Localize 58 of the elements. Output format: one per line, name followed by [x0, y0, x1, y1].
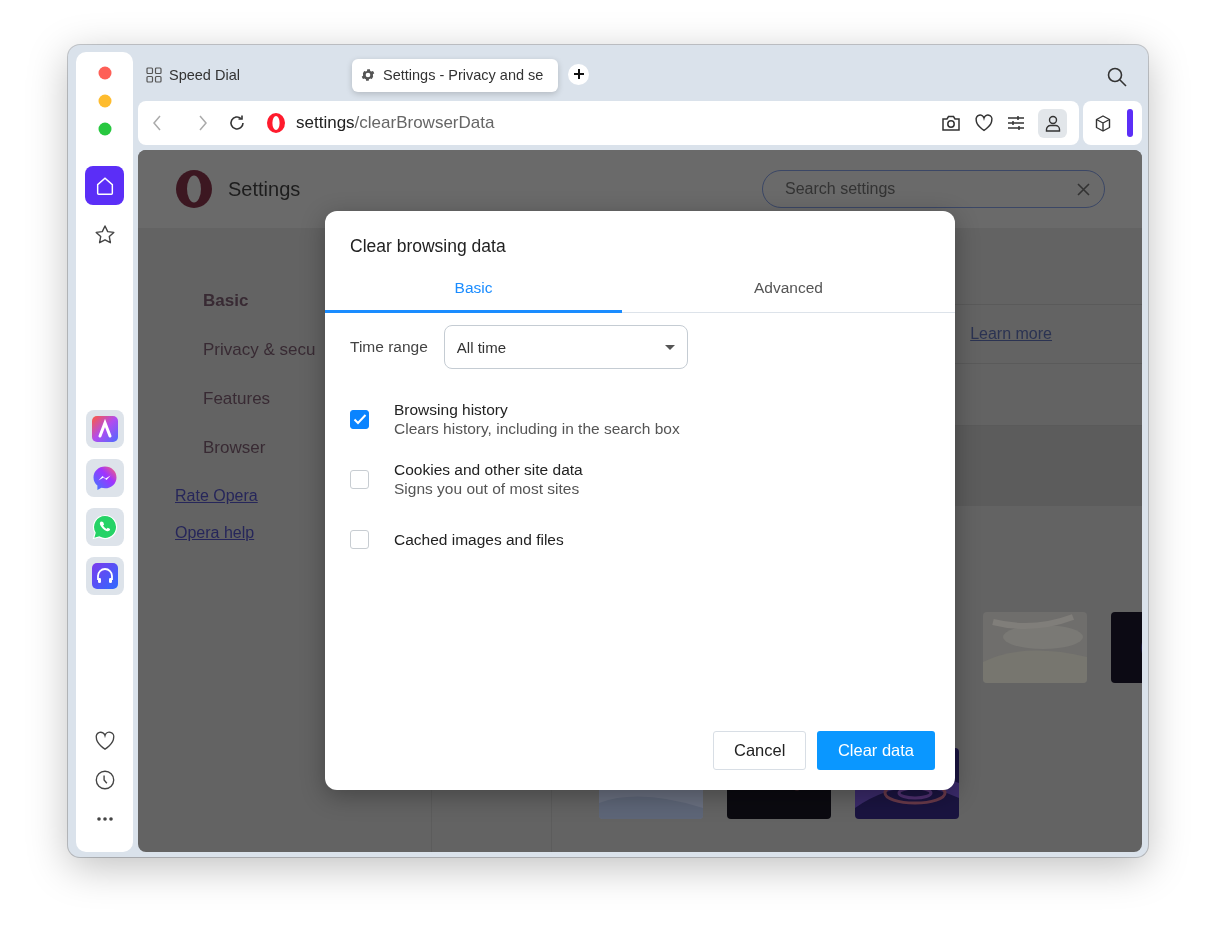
learn-more-link[interactable]: Learn more [970, 325, 1052, 343]
clock-icon[interactable] [93, 769, 116, 791]
dialog-tab[interactable]: Basic [325, 278, 622, 313]
cancel-button[interactable]: Cancel [713, 731, 806, 770]
home-button[interactable] [85, 166, 124, 205]
app-icon[interactable] [91, 416, 118, 442]
address-bar[interactable]: settings/clearBrowserData [138, 101, 1079, 145]
time-range-dropdown[interactable]: All time [443, 325, 688, 369]
cube-icon[interactable] [1095, 114, 1111, 132]
nav-item[interactable]: Basic [203, 291, 249, 311]
option-description: Signs you out of most sites [394, 479, 581, 498]
option-label: Browsing history [394, 400, 509, 419]
gear-icon [360, 67, 376, 83]
checkbox[interactable] [350, 469, 369, 489]
reload-icon[interactable] [228, 114, 246, 132]
opera-logo-icon [175, 169, 213, 209]
forward-icon[interactable] [198, 115, 208, 131]
nav-item[interactable]: Features [203, 389, 271, 409]
url-text[interactable]: settings/clearBrowserData [296, 113, 495, 133]
browser-tab[interactable]: Speed Dial [138, 58, 334, 92]
app-button[interactable] [85, 459, 124, 497]
search-placeholder: Search settings [785, 180, 896, 198]
close-icon[interactable] [1077, 182, 1090, 196]
camera-icon[interactable] [941, 114, 961, 132]
heart-icon[interactable] [93, 731, 116, 751]
help-link[interactable]: Opera help [175, 524, 255, 542]
search-icon[interactable] [1107, 66, 1127, 87]
option-label: Cached images and files [394, 529, 564, 549]
checkbox[interactable] [350, 409, 369, 429]
nav-item[interactable]: Privacy & secu [203, 340, 316, 360]
sliders-icon[interactable] [1007, 115, 1025, 131]
profile-button[interactable] [1038, 108, 1067, 138]
dialog-title: Clear browsing data [349, 235, 507, 257]
app-button[interactable] [85, 410, 124, 448]
caret-icon [664, 344, 675, 350]
person-icon [1044, 114, 1061, 132]
help-link[interactable]: Rate Opera [175, 487, 258, 505]
checkbox[interactable] [350, 529, 369, 549]
page-title: Settings [228, 177, 301, 201]
more-icon[interactable] [95, 816, 114, 822]
grid-icon [146, 67, 162, 83]
browser-tab[interactable]: Settings - Privacy and se [352, 58, 558, 92]
option-label: Cookies and other site data [394, 460, 583, 479]
close-button[interactable] [97, 66, 112, 80]
app-button[interactable] [85, 557, 124, 595]
dialog-tab[interactable]: Advanced [622, 278, 955, 312]
heart-icon[interactable] [974, 114, 994, 132]
new-tab-button[interactable] [568, 63, 589, 85]
option-description: Clears history, including in the search box [394, 419, 680, 438]
opera-logo-icon [266, 112, 286, 134]
nav-item[interactable]: Browser [203, 438, 266, 458]
back-icon[interactable] [152, 115, 162, 131]
confirm-button[interactable]: Clear data [817, 731, 935, 770]
field-label: Time range [350, 338, 428, 356]
messenger-icon[interactable] [91, 465, 118, 491]
plus-icon [573, 69, 584, 79]
sidebar-handle[interactable] [1127, 109, 1133, 137]
headphones-icon[interactable] [91, 563, 118, 589]
